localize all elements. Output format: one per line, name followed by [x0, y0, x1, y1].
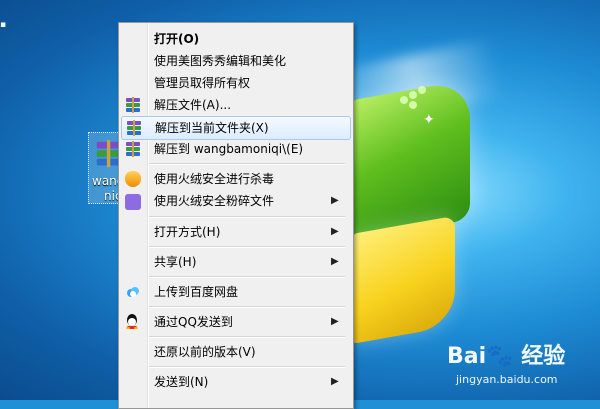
- menu-item-label: 打开(O): [154, 32, 200, 46]
- baidu-cloud-icon: [125, 284, 141, 300]
- menu-separator: [149, 163, 345, 165]
- menu-item-huorong-shred[interactable]: 使用火绒安全粉碎文件 ▶: [121, 190, 349, 212]
- winrar-icon: [125, 97, 141, 113]
- menu-separator: [149, 216, 345, 218]
- menu-separator: [149, 366, 345, 368]
- baidu-jingyan-watermark: Bai🐾 经验 jingyan.baidu.com: [447, 338, 587, 392]
- menu-item-upload-baidu[interactable]: 上传到百度网盘: [121, 281, 349, 303]
- menu-item-label: 使用美图秀秀编辑和美化: [154, 54, 287, 68]
- menu-item-send-via-qq[interactable]: 通过QQ发送到 ▶: [121, 311, 349, 333]
- menu-separator: [149, 336, 345, 338]
- menu-item-open[interactable]: 打开(O): [121, 28, 349, 50]
- menu-item-extract-to-folder[interactable]: 解压到 wangbamoniqi\(E): [121, 138, 349, 160]
- huorong-shield-icon: [125, 171, 141, 187]
- menu-separator: [149, 306, 345, 308]
- menu-item-label: 解压文件(A)...: [154, 98, 232, 112]
- wallpaper-dot: [409, 91, 417, 99]
- menu-item-label: 通过QQ发送到: [154, 315, 233, 329]
- menu-separator: [149, 246, 345, 248]
- menu-item-restore-versions[interactable]: 还原以前的版本(V): [121, 341, 349, 363]
- menu-item-take-ownership[interactable]: 管理员取得所有权: [121, 72, 349, 94]
- watermark-site-text: jingyan.baidu.com: [456, 373, 558, 386]
- submenu-arrow-icon: ▶: [331, 195, 339, 206]
- butterfly-icon: ✦: [423, 112, 435, 128]
- menu-item-label: 上传到百度网盘: [154, 285, 239, 299]
- wallpaper-yellow-pane: [350, 215, 455, 345]
- menu-item-label: 打开方式(H): [154, 225, 221, 239]
- wallpaper-dot: [400, 96, 408, 104]
- menu-item-label: 使用火绒安全进行杀毒: [154, 172, 275, 186]
- submenu-arrow-icon: ▶: [331, 316, 339, 327]
- submenu-arrow-icon: ▶: [331, 376, 339, 387]
- menu-item-share[interactable]: 共享(H) ▶: [121, 251, 349, 273]
- menu-item-open-with[interactable]: 打开方式(H) ▶: [121, 221, 349, 243]
- menu-item-label: 发送到(N): [154, 375, 209, 389]
- menu-item-label: 解压到当前文件夹(X): [155, 121, 269, 135]
- menu-separator: [149, 276, 345, 278]
- menu-item-label: 共享(H): [154, 255, 197, 269]
- wallpaper-hex-dots: [400, 86, 440, 110]
- winrar-icon: [125, 141, 141, 157]
- qq-icon: [125, 314, 141, 330]
- desktop-edge-marker: ▪: [0, 20, 7, 30]
- wallpaper-dot: [409, 101, 417, 109]
- menu-item-label: 还原以前的版本(V): [154, 345, 256, 359]
- shredder-icon: [125, 194, 141, 210]
- menu-item-label: 使用火绒安全粉碎文件: [154, 194, 275, 208]
- menu-item-send-to[interactable]: 发送到(N) ▶: [121, 371, 349, 393]
- context-menu: 打开(O) 使用美图秀秀编辑和美化 管理员取得所有权 解压文件(A)... 解压…: [118, 22, 354, 409]
- menu-item-meitu-edit[interactable]: 使用美图秀秀编辑和美化: [121, 50, 349, 72]
- winrar-icon: [126, 120, 142, 136]
- submenu-arrow-icon: ▶: [331, 256, 339, 267]
- menu-item-huorong-scan[interactable]: 使用火绒安全进行杀毒: [121, 168, 349, 190]
- wallpaper-dot: [418, 86, 426, 94]
- baidu-jingyan-logo: Bai🐾 经验: [447, 344, 566, 369]
- menu-item-label: 解压到 wangbamoniqi\(E): [154, 142, 304, 156]
- submenu-arrow-icon: ▶: [331, 226, 339, 237]
- menu-item-label: 管理员取得所有权: [154, 76, 251, 90]
- menu-item-extract-files[interactable]: 解压文件(A)...: [121, 94, 349, 116]
- menu-item-extract-here[interactable]: 解压到当前文件夹(X): [121, 116, 351, 140]
